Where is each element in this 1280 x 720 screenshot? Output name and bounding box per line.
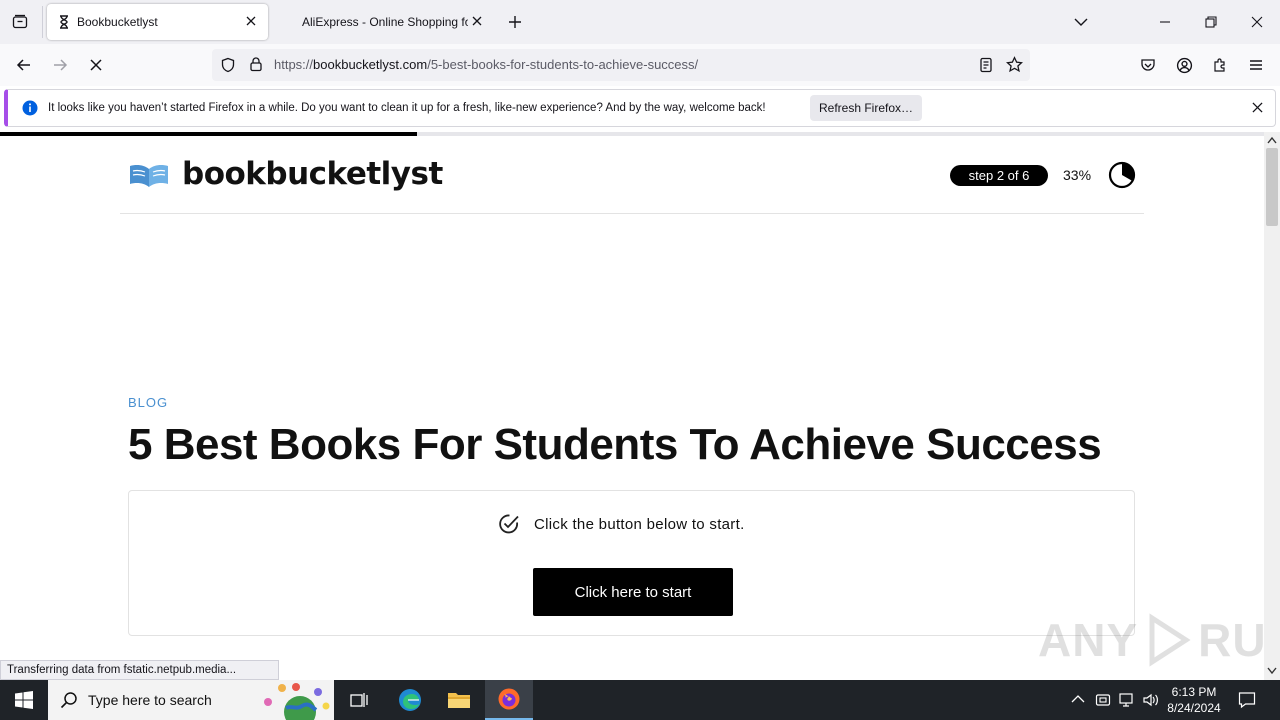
meet-now-icon[interactable] xyxy=(1095,692,1111,708)
header-divider xyxy=(120,213,1144,214)
close-tab-icon[interactable] xyxy=(245,15,257,27)
article-title: 5 Best Books For Students To Achieve Suc… xyxy=(128,420,1102,469)
web-page: bookbucketlyst step 2 of 6 33% BLOG 5 Be… xyxy=(0,136,1264,680)
tracking-shield-icon[interactable] xyxy=(220,57,236,73)
page-scrollbar[interactable] xyxy=(1264,132,1280,680)
search-placeholder: Type here to search xyxy=(88,692,212,708)
refresh-firefox-button[interactable]: Refresh Firefox… xyxy=(810,95,922,121)
scroll-up-arrow-icon[interactable] xyxy=(1267,136,1277,144)
site-logo-text[interactable]: bookbucketlyst xyxy=(182,156,443,192)
open-book-logo-icon[interactable] xyxy=(128,162,170,188)
tab-title: Bookbucketlyst xyxy=(77,15,158,29)
tab-bookbucketlyst[interactable]: Bookbucketlyst xyxy=(47,4,268,40)
volume-icon[interactable] xyxy=(1142,692,1160,708)
extensions-puzzle-icon[interactable] xyxy=(1205,50,1235,80)
notifications-icon[interactable] xyxy=(1238,691,1256,709)
tab-title: AliExpress - Online Shopping fo xyxy=(302,15,468,29)
url-text[interactable]: https://bookbucketlyst.com/5-best-books-… xyxy=(274,57,698,72)
url-bar[interactable]: https://bookbucketlyst.com/5-best-books-… xyxy=(212,49,1030,81)
category-label[interactable]: BLOG xyxy=(128,395,168,410)
status-panel: Transferring data from fstatic.netpub.me… xyxy=(0,660,279,680)
restore-icon[interactable] xyxy=(1188,0,1234,44)
hourglass-icon xyxy=(57,15,71,29)
app-menu-hamburger-icon[interactable] xyxy=(1241,50,1271,80)
firefox-view-icon[interactable] xyxy=(6,10,34,34)
navigation-toolbar: https://bookbucketlyst.com/5-best-books-… xyxy=(0,44,1280,86)
info-icon xyxy=(22,100,38,116)
pocket-icon[interactable] xyxy=(1133,50,1163,80)
windows-start-icon[interactable] xyxy=(0,680,48,720)
url-path: /5-best-books-for-students-to-achieve-su… xyxy=(427,57,699,72)
back-arrow-icon[interactable] xyxy=(9,50,39,80)
file-explorer-folder-icon[interactable] xyxy=(435,680,483,720)
new-tab-icon[interactable] xyxy=(502,10,528,34)
bookmark-star-icon[interactable] xyxy=(1006,56,1023,73)
tab-separator xyxy=(42,6,43,38)
card-message: Click the button below to start. xyxy=(534,516,745,533)
close-tab-icon[interactable] xyxy=(471,15,483,27)
refresh-firefox-notification: It looks like you haven’t started Firefo… xyxy=(4,89,1276,127)
minimize-icon[interactable] xyxy=(1142,0,1188,44)
any-run-watermark: ANY RUN xyxy=(1038,613,1264,667)
search-highlight-globe-icon xyxy=(260,682,332,720)
forward-arrow-icon[interactable] xyxy=(45,50,75,80)
url-scheme: https:// xyxy=(274,57,314,72)
taskbar-search-box[interactable]: Type here to search xyxy=(48,680,334,720)
task-view-icon[interactable] xyxy=(336,680,384,720)
clock-date: 8/24/2024 xyxy=(1167,701,1221,715)
start-card: Click the button below to start. Click h… xyxy=(128,490,1135,636)
account-icon[interactable] xyxy=(1169,50,1199,80)
notification-message: It looks like you haven’t started Firefo… xyxy=(48,102,766,114)
clock-time: 6:13 PM xyxy=(1171,685,1217,699)
close-window-icon[interactable] xyxy=(1234,0,1280,44)
tray-chevron-up-icon[interactable] xyxy=(1071,694,1085,704)
close-notification-icon[interactable] xyxy=(1252,102,1263,113)
firefox-taskbar-icon[interactable] xyxy=(485,680,533,720)
click-to-start-button[interactable]: Click here to start xyxy=(533,568,733,616)
step-percent: 33% xyxy=(1063,167,1092,183)
stop-loading-icon[interactable] xyxy=(81,50,111,80)
taskbar-clock[interactable]: 6:13 PM 8/24/2024 xyxy=(1164,684,1224,716)
scroll-down-arrow-icon[interactable] xyxy=(1267,667,1277,675)
search-icon xyxy=(60,691,78,709)
tab-aliexpress[interactable]: AliExpress - Online Shopping fo xyxy=(272,4,492,40)
edge-browser-icon[interactable] xyxy=(386,680,434,720)
progress-pie-icon xyxy=(1108,161,1136,189)
url-host: bookbucketlyst.com xyxy=(313,57,428,72)
check-circle-icon xyxy=(498,513,520,535)
list-all-tabs-icon[interactable] xyxy=(1058,0,1104,44)
reader-view-icon[interactable] xyxy=(978,57,994,73)
scroll-thumb[interactable] xyxy=(1266,148,1278,226)
step-badge: step 2 of 6 xyxy=(950,165,1048,186)
windows-taskbar: Type here to search 6:13 PM 8/24/2024 xyxy=(0,680,1280,720)
tab-strip: Bookbucketlyst AliExpress - Online Shopp… xyxy=(0,0,1280,44)
lock-icon[interactable] xyxy=(248,56,264,72)
network-icon[interactable] xyxy=(1118,692,1136,708)
